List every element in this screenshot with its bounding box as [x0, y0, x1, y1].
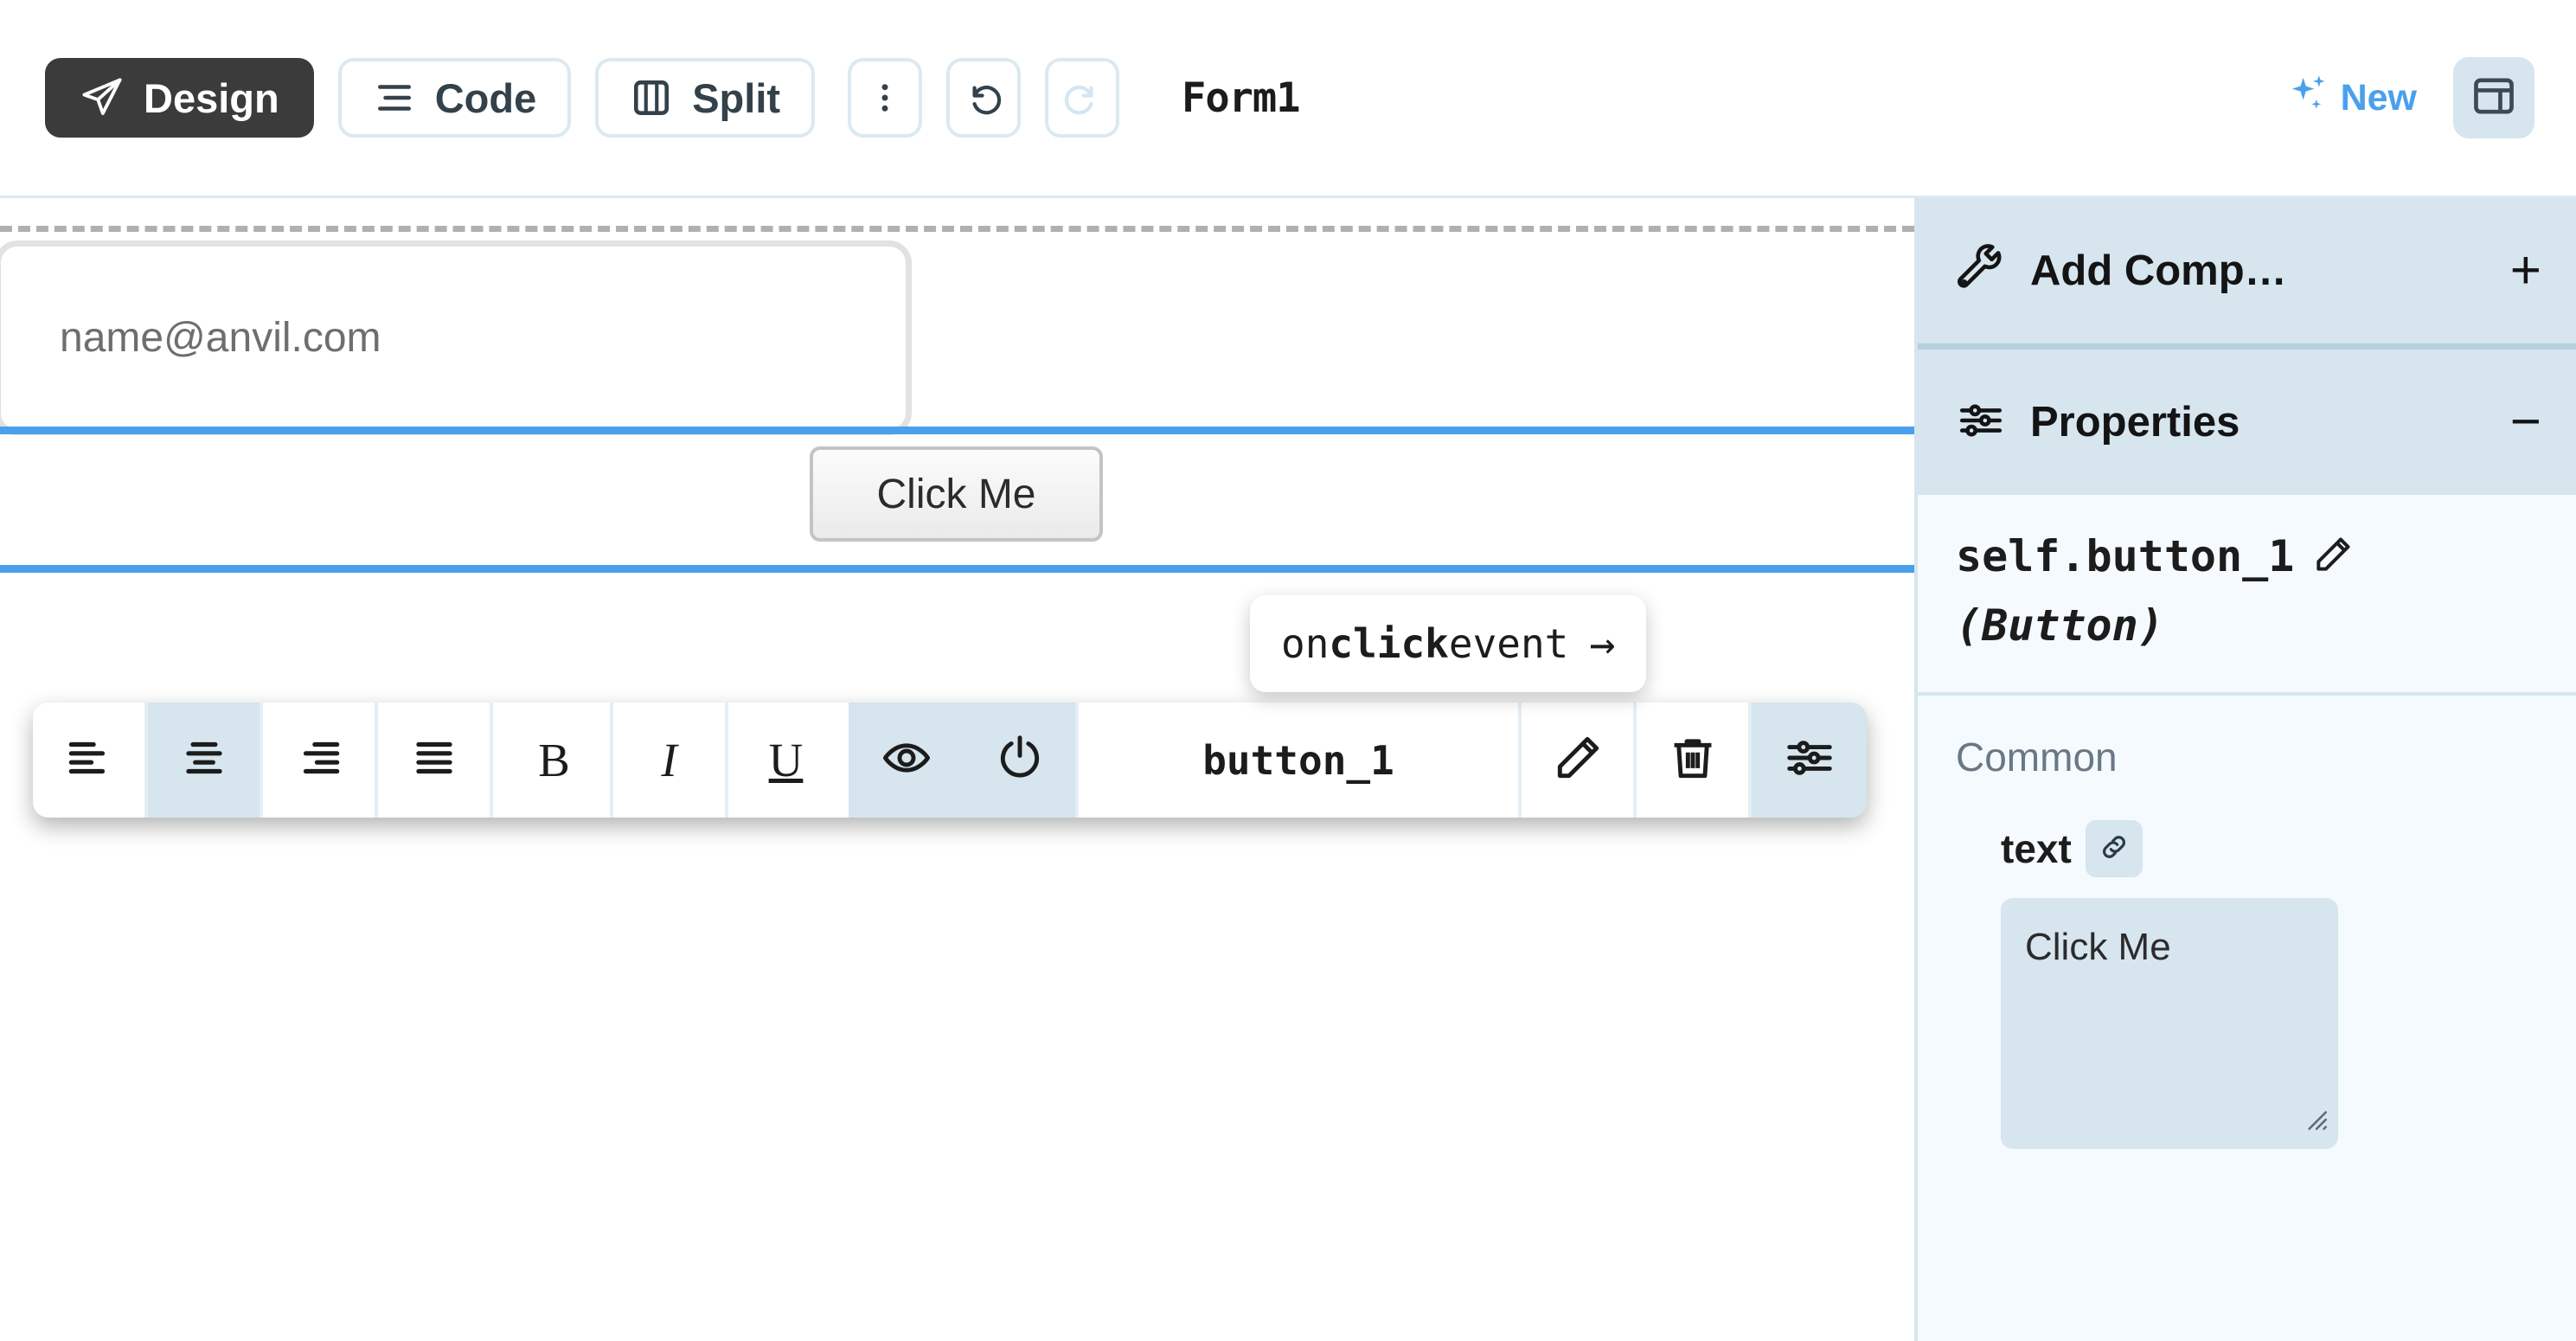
- toggle-side-panel-button[interactable]: [2453, 57, 2534, 138]
- align-justify-icon: [407, 731, 461, 789]
- bind-property-button[interactable]: [2086, 820, 2143, 877]
- power-icon: [993, 731, 1047, 789]
- align-justify-button[interactable]: [378, 703, 493, 818]
- component-properties-button[interactable]: [1752, 703, 1867, 818]
- top-toolbar: Design Code Split: [0, 0, 2576, 198]
- expand-add-component-icon[interactable]: +: [2510, 254, 2541, 286]
- sidebar-section-properties[interactable]: Properties −: [1918, 350, 2576, 495]
- sidebar-section-add-component-title: Add Comp…: [2030, 247, 2287, 295]
- italic-button[interactable]: I: [613, 703, 728, 818]
- property-text-value: Click Me: [2025, 926, 2171, 968]
- tab-code-label: Code: [435, 74, 537, 122]
- property-group-common: Common: [1918, 696, 2576, 780]
- toolbar-right-group: New: [2287, 57, 2576, 138]
- selected-component-name-row: self.button_1: [1956, 531, 2538, 581]
- delete-component-button[interactable]: [1637, 703, 1752, 818]
- align-left-button[interactable]: [33, 703, 148, 818]
- resize-grip-icon[interactable]: [2300, 1099, 2329, 1142]
- link-chain-icon: [2097, 830, 2131, 869]
- email-textbox-component[interactable]: name@anvil.com: [0, 241, 912, 435]
- pencil-icon: [1551, 731, 1605, 789]
- align-right-button[interactable]: [263, 703, 378, 818]
- button-component-click-me[interactable]: Click Me: [810, 446, 1103, 542]
- component-name-text: button_1: [1202, 737, 1394, 784]
- page-title: Form1: [1182, 74, 1299, 122]
- kebab-menu-icon: [866, 79, 904, 117]
- underline-button[interactable]: U: [728, 703, 843, 818]
- selection-line-bottom: [0, 565, 1914, 573]
- align-center-button[interactable]: [148, 703, 263, 818]
- tab-design[interactable]: Design: [45, 58, 314, 138]
- wrench-icon: [1956, 244, 2006, 298]
- tab-split[interactable]: Split: [595, 58, 815, 138]
- tab-code[interactable]: Code: [338, 58, 572, 138]
- property-text-label-row: text: [2001, 820, 2576, 877]
- collapse-properties-icon[interactable]: −: [2510, 406, 2541, 438]
- underline-label: U: [769, 733, 804, 787]
- undo-button[interactable]: [946, 58, 1021, 138]
- bold-label: B: [538, 733, 570, 787]
- event-name: click: [1329, 620, 1448, 667]
- bold-button[interactable]: B: [498, 703, 613, 818]
- align-right-icon: [292, 731, 346, 789]
- event-prefix: on: [1281, 620, 1329, 667]
- sliders-icon: [1783, 731, 1836, 789]
- selected-component-name: self.button_1: [1956, 531, 2294, 581]
- paper-plane-icon: [80, 75, 125, 120]
- right-sidebar: Add Comp… + Properties − self.button_1: [1914, 198, 2576, 1341]
- new-button[interactable]: New: [2287, 71, 2417, 125]
- sidebar-section-properties-title: Properties: [2030, 398, 2240, 446]
- selected-component-type: (Button): [1956, 600, 2538, 651]
- toggle-enabled-button[interactable]: [964, 703, 1079, 818]
- component-name-field[interactable]: button_1: [1079, 703, 1522, 818]
- redo-button[interactable]: [1045, 58, 1119, 138]
- button-component-label: Click Me: [876, 471, 1035, 518]
- tab-design-label: Design: [144, 74, 279, 122]
- toggle-visible-button[interactable]: [849, 703, 964, 818]
- edit-component-button[interactable]: [1522, 703, 1637, 818]
- on-click-event-link[interactable]: on click event →: [1250, 595, 1646, 692]
- layout-panel-icon: [2470, 72, 2518, 125]
- drop-zone-indicator: [0, 226, 1914, 232]
- undo-icon: [962, 76, 1005, 119]
- property-text-input[interactable]: Click Me: [2001, 898, 2338, 1149]
- component-context-toolbar: B I U button_1: [33, 703, 1867, 818]
- anvil-designer-window: Design Code Split: [0, 0, 2576, 1341]
- email-placeholder-text: name@anvil.com: [60, 314, 381, 362]
- split-panes-icon: [630, 76, 673, 119]
- property-text-label: text: [2001, 825, 2072, 872]
- selection-line-top: [0, 427, 1914, 434]
- sparkles-icon: [2287, 71, 2332, 125]
- eye-icon: [880, 731, 933, 789]
- selected-component-header: self.button_1 (Button): [1918, 495, 2576, 696]
- more-options-button[interactable]: [848, 58, 922, 138]
- italic-label: I: [661, 733, 676, 787]
- sidebar-section-add-component[interactable]: Add Comp… +: [1918, 198, 2576, 343]
- sliders-icon: [1956, 395, 2006, 450]
- tab-split-label: Split: [692, 74, 780, 122]
- trash-icon: [1666, 731, 1720, 789]
- event-suffix: event: [1449, 620, 1568, 667]
- align-center-icon: [177, 731, 231, 789]
- pencil-icon[interactable]: [2311, 533, 2355, 581]
- code-lines-icon: [373, 76, 416, 119]
- toolbar-left-group: Design Code Split: [0, 58, 1300, 138]
- property-text: text Click Me: [1918, 780, 2576, 1149]
- align-left-icon: [62, 731, 116, 789]
- sidebar-divider: [1918, 343, 2576, 350]
- redo-icon: [1061, 76, 1104, 119]
- arrow-right-icon: →: [1589, 619, 1615, 669]
- new-button-label: New: [2341, 77, 2417, 119]
